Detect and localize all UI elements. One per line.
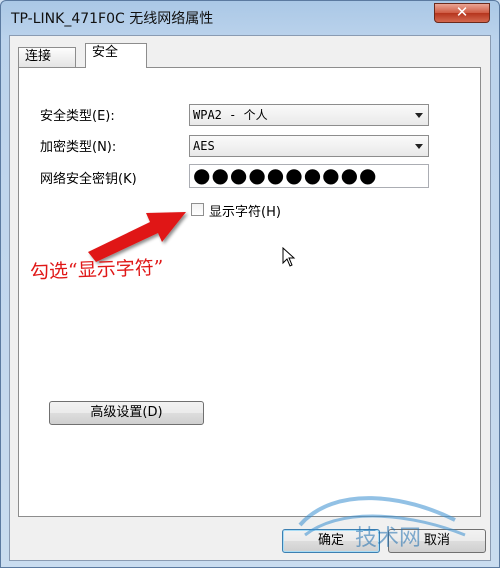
tab-security[interactable]: 安全	[85, 43, 147, 68]
mouse-cursor-icon	[282, 247, 296, 267]
annotation-arrow	[88, 212, 186, 262]
annotation-text: 勾选“显示字符”	[29, 256, 164, 284]
